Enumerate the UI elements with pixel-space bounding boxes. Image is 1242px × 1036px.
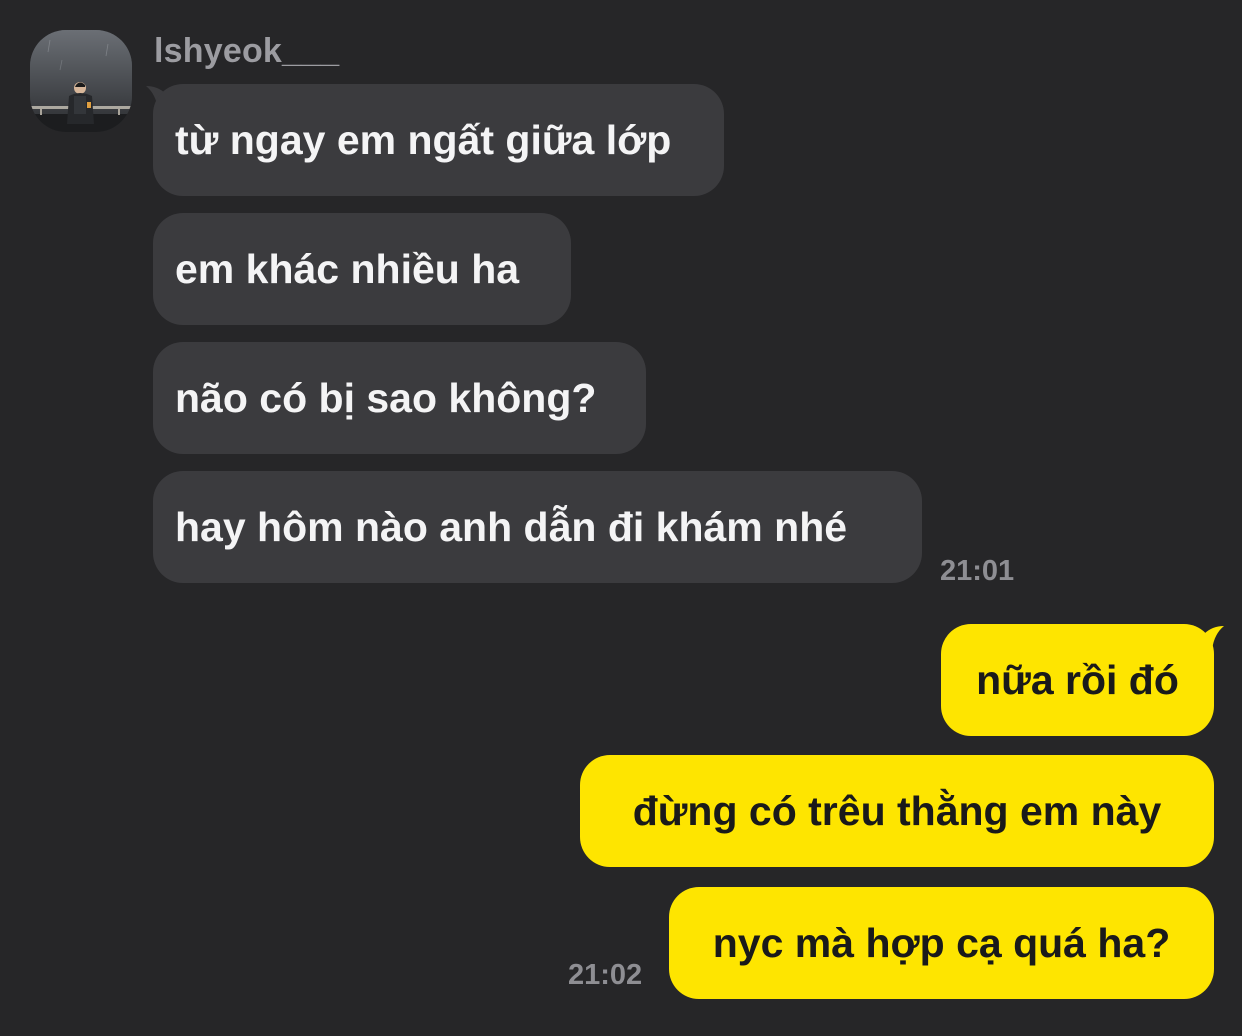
incoming-message[interactable]: não có bị sao không? [153,342,646,454]
incoming-message[interactable]: từ ngay em ngất giữa lớp [153,84,724,196]
outgoing-timestamp: 21:02 [568,959,643,991]
sender-name: lshyeok___ [154,32,340,70]
profile-photo-icon [30,30,132,132]
outgoing-message[interactable]: đừng có trêu thằng em này [580,755,1214,867]
incoming-message[interactable]: hay hôm nào anh dẫn đi khám nhé [153,471,922,583]
incoming-message[interactable]: em khác nhiều ha [153,213,571,325]
incoming-timestamp: 21:01 [940,555,1015,587]
outgoing-message[interactable]: nyc mà hợp cạ quá ha? [669,887,1214,999]
chat-thread: lshyeok___ từ ngay em ngất giữa lớp em k… [0,0,1242,1036]
outgoing-message[interactable]: nữa rồi đó [941,624,1214,736]
avatar[interactable] [30,30,132,132]
